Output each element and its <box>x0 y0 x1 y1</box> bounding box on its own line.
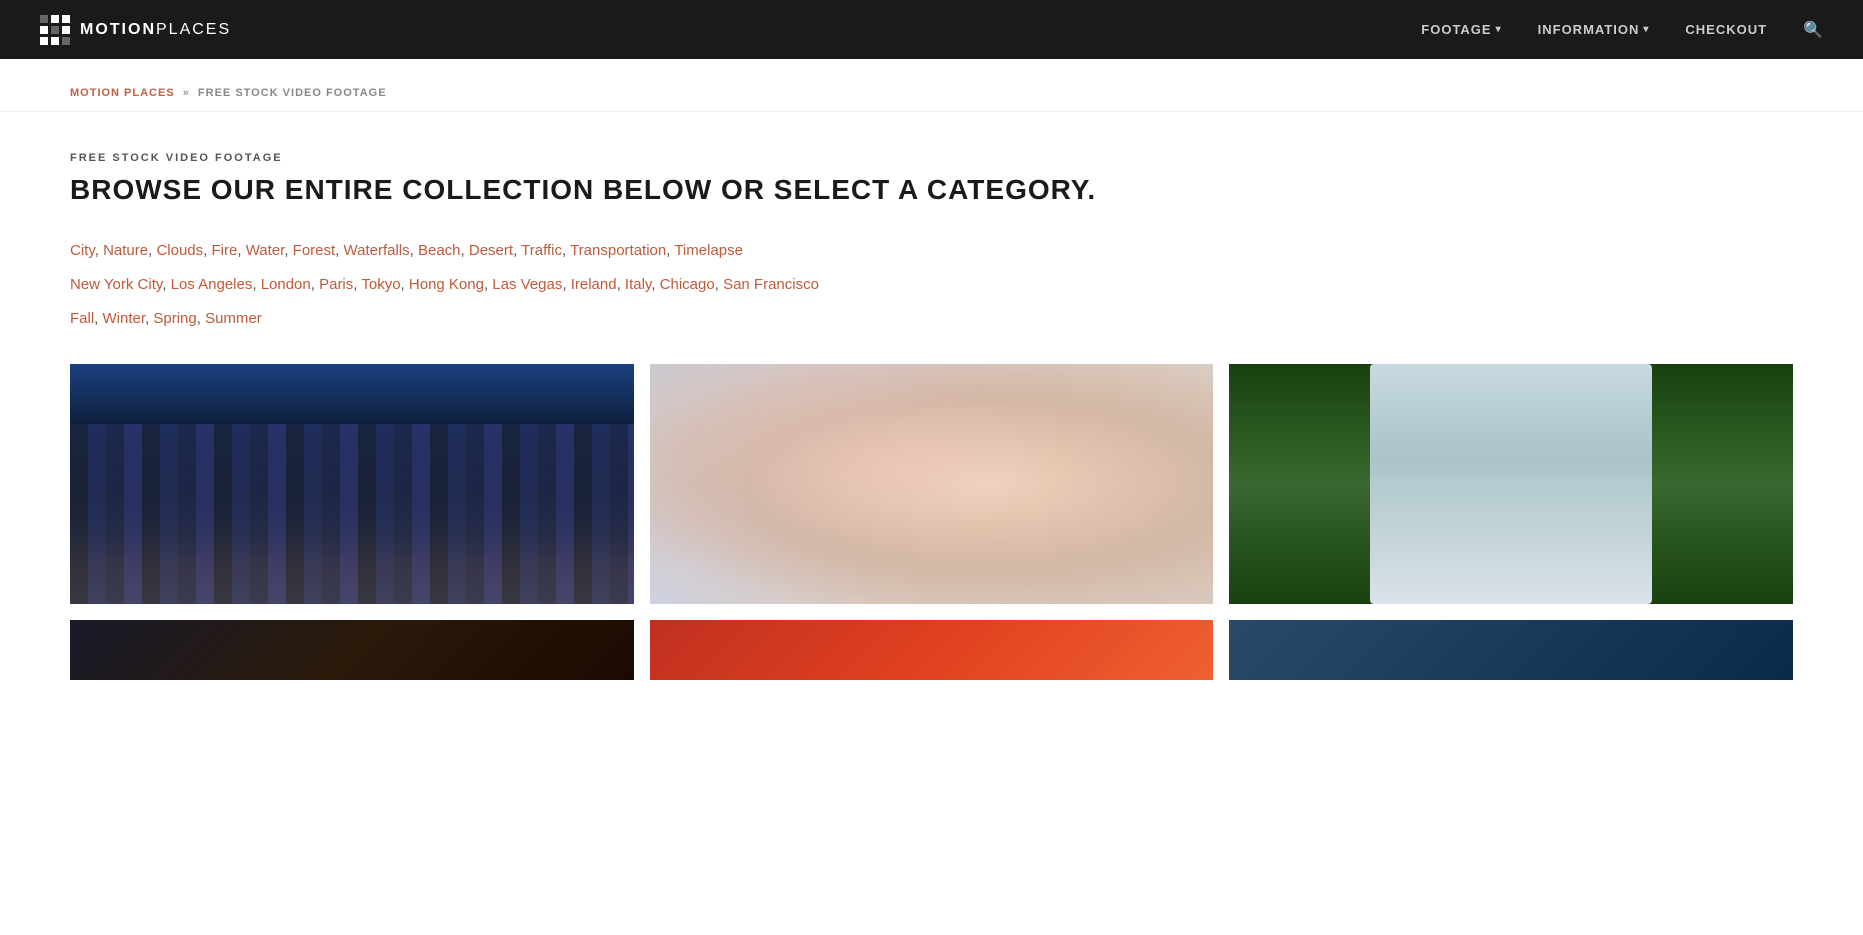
search-icon[interactable]: 🔍 <box>1803 20 1823 40</box>
image-card-bottom-2[interactable] <box>650 620 1214 680</box>
category-link[interactable]: Las Vegas <box>492 276 562 293</box>
category-link[interactable]: Timelapse <box>674 242 743 259</box>
category-link[interactable]: Water <box>246 242 285 259</box>
category-link[interactable]: Waterfalls <box>344 242 410 259</box>
category-link[interactable]: Nature <box>103 242 148 259</box>
category-separator: , <box>513 242 521 259</box>
category-separator: , <box>401 276 409 293</box>
category-separator: , <box>94 310 102 327</box>
category-separator: , <box>562 242 570 259</box>
category-link[interactable]: Clouds <box>156 242 203 259</box>
breadcrumb-current: FREE STOCK VIDEO FOOTAGE <box>198 87 387 99</box>
category-link[interactable]: Tokyo <box>361 276 400 293</box>
nav-footage[interactable]: FOOTAGE ▾ <box>1421 22 1501 37</box>
image-card-bottom-3[interactable] <box>1229 620 1793 680</box>
logo-grid-icon <box>40 15 70 45</box>
category-link[interactable]: Beach <box>418 242 461 259</box>
category-separator: , <box>197 310 205 327</box>
image-grid <box>70 364 1793 604</box>
category-link[interactable]: San Francisco <box>723 276 819 293</box>
logo-area[interactable]: MOTIONPLACES <box>40 15 231 45</box>
breadcrumb-separator: » <box>183 87 190 99</box>
category-separator: , <box>562 276 570 293</box>
category-separator: , <box>651 276 659 293</box>
image-city <box>70 364 634 604</box>
category-separator: , <box>284 242 292 259</box>
main-nav: FOOTAGE ▾ INFORMATION ▾ CHECKOUT 🔍 <box>1421 20 1823 40</box>
category-link[interactable]: Ireland <box>571 276 617 293</box>
image-card-waterfall[interactable] <box>1229 364 1793 604</box>
category-link[interactable]: Chicago <box>660 276 715 293</box>
category-separator: , <box>311 276 319 293</box>
category-link[interactable]: Fall <box>70 310 94 327</box>
main-content: FREE STOCK VIDEO FOOTAGE BROWSE OUR ENTI… <box>0 112 1863 720</box>
category-separator: , <box>95 242 103 259</box>
category-separator: , <box>715 276 723 293</box>
image-grid-bottom <box>70 620 1793 680</box>
category-link[interactable]: Spring <box>153 310 196 327</box>
information-chevron-icon: ▾ <box>1643 24 1649 35</box>
category-link[interactable]: Summer <box>205 310 262 327</box>
category-link[interactable]: Winter <box>103 310 146 327</box>
breadcrumb-home[interactable]: MOTION PLACES <box>70 87 175 99</box>
category-link[interactable]: Transportation <box>570 242 666 259</box>
image-card-blossom[interactable] <box>650 364 1214 604</box>
category-row-2: New York City, Los Angeles, London, Pari… <box>70 270 1793 300</box>
category-separator: , <box>335 242 343 259</box>
categories-section: City, Nature, Clouds, Fire, Water, Fores… <box>70 236 1793 334</box>
category-link[interactable]: London <box>261 276 311 293</box>
section-label: FREE STOCK VIDEO FOOTAGE <box>70 152 1793 164</box>
image-waterfall <box>1229 364 1793 604</box>
category-separator: , <box>410 242 418 259</box>
category-link[interactable]: Hong Kong <box>409 276 484 293</box>
category-separator: , <box>461 242 469 259</box>
section-title: BROWSE OUR ENTIRE COLLECTION BELOW OR SE… <box>70 174 1793 206</box>
category-link[interactable]: New York City <box>70 276 162 293</box>
image-card-city[interactable] <box>70 364 634 604</box>
footage-chevron-icon: ▾ <box>1496 24 1502 35</box>
category-separator: , <box>252 276 260 293</box>
image-card-bottom-1[interactable] <box>70 620 634 680</box>
category-link[interactable]: Italy <box>625 276 651 293</box>
category-row-3: Fall, Winter, Spring, Summer <box>70 304 1793 334</box>
category-separator: , <box>237 242 245 259</box>
image-blossom <box>650 364 1214 604</box>
breadcrumb: MOTION PLACES » FREE STOCK VIDEO FOOTAGE <box>70 87 387 99</box>
category-link[interactable]: Fire <box>212 242 238 259</box>
logo-text: MOTIONPLACES <box>80 21 231 39</box>
category-row-1: City, Nature, Clouds, Fire, Water, Fores… <box>70 236 1793 266</box>
category-separator: , <box>203 242 211 259</box>
category-separator: , <box>162 276 170 293</box>
category-link[interactable]: Forest <box>293 242 336 259</box>
breadcrumb-area: MOTION PLACES » FREE STOCK VIDEO FOOTAGE <box>0 59 1863 112</box>
category-link[interactable]: Paris <box>319 276 353 293</box>
category-link[interactable]: Traffic <box>521 242 562 259</box>
nav-information[interactable]: INFORMATION ▾ <box>1538 22 1650 37</box>
category-link[interactable]: Desert <box>469 242 513 259</box>
category-separator: , <box>617 276 625 293</box>
category-link[interactable]: City <box>70 242 95 259</box>
category-link[interactable]: Los Angeles <box>171 276 253 293</box>
nav-checkout[interactable]: CHECKOUT <box>1685 22 1767 37</box>
